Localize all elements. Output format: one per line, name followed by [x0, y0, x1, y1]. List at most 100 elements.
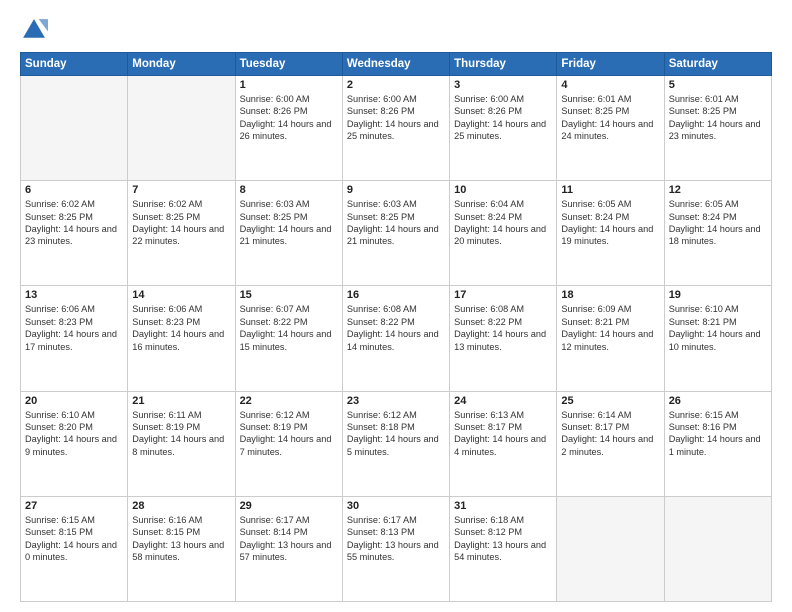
day-number: 20 [25, 395, 123, 407]
calendar-cell: 17 Sunrise: 6:08 AMSunset: 8:22 PMDayligh… [450, 286, 557, 391]
logo [20, 16, 52, 44]
day-number: 4 [561, 79, 659, 91]
calendar-cell: 2Sunrise: 6:00 AMSunset: 8:26 PMDaylight… [342, 76, 449, 181]
calendar-cell [557, 496, 664, 601]
day-number: 14 [132, 289, 230, 301]
calendar-cell: 26 Sunrise: 6:15 AMSunset: 8:16 PMDayligh… [664, 391, 771, 496]
day-number: 16 [347, 289, 445, 301]
day-info: Sunrise: 6:17 AMSunset: 8:13 PMDaylight:… [347, 514, 445, 564]
weekday-header: Monday [128, 53, 235, 76]
calendar-cell [664, 496, 771, 601]
calendar-cell: 30 Sunrise: 6:17 AMSunset: 8:13 PMDayligh… [342, 496, 449, 601]
day-info: Sunrise: 6:06 AMSunset: 8:23 PMDaylight:… [132, 303, 230, 353]
day-number: 29 [240, 500, 338, 512]
day-info: Sunrise: 6:03 AMSunset: 8:25 PMDaylight:… [240, 198, 338, 248]
day-number: 25 [561, 395, 659, 407]
calendar-cell: 15Sunrise: 6:07 AMSunset: 8:22 PMDayligh… [235, 286, 342, 391]
calendar-cell: 4 Sunrise: 6:01 AMSunset: 8:25 PMDaylight… [557, 76, 664, 181]
day-info: Sunrise: 6:01 AMSunset: 8:25 PMDaylight:… [669, 93, 767, 143]
calendar-cell: 14 Sunrise: 6:06 AMSunset: 8:23 PMDayligh… [128, 286, 235, 391]
day-info: Sunrise: 6:08 AMSunset: 8:22 PMDaylight:… [347, 303, 445, 353]
calendar-cell: 8Sunrise: 6:03 AMSunset: 8:25 PMDaylight… [235, 181, 342, 286]
day-number: 31 [454, 500, 552, 512]
day-info: Sunrise: 6:12 AMSunset: 8:19 PMDaylight:… [240, 409, 338, 459]
calendar-cell: 9 Sunrise: 6:03 AMSunset: 8:25 PMDaylight… [342, 181, 449, 286]
calendar-cell: 28Sunrise: 6:16 AMSunset: 8:15 PMDayligh… [128, 496, 235, 601]
calendar-cell: 31 Sunrise: 6:18 AMSunset: 8:12 PMDayligh… [450, 496, 557, 601]
day-info: Sunrise: 6:13 AMSunset: 8:17 PMDaylight:… [454, 409, 552, 459]
header [20, 16, 772, 44]
day-number: 7 [132, 184, 230, 196]
calendar-cell: 5 Sunrise: 6:01 AMSunset: 8:25 PMDaylight… [664, 76, 771, 181]
day-number: 19 [669, 289, 767, 301]
weekday-header: Saturday [664, 53, 771, 76]
day-number: 23 [347, 395, 445, 407]
weekday-header: Thursday [450, 53, 557, 76]
day-info: Sunrise: 6:01 AMSunset: 8:25 PMDaylight:… [561, 93, 659, 143]
day-number: 22 [240, 395, 338, 407]
day-info: Sunrise: 6:15 AMSunset: 8:16 PMDaylight:… [669, 409, 767, 459]
day-info: Sunrise: 6:09 AMSunset: 8:21 PMDaylight:… [561, 303, 659, 353]
day-info: Sunrise: 6:03 AMSunset: 8:25 PMDaylight:… [347, 198, 445, 248]
weekday-header: Tuesday [235, 53, 342, 76]
day-number: 24 [454, 395, 552, 407]
calendar-cell: 12 Sunrise: 6:05 AMSunset: 8:24 PMDayligh… [664, 181, 771, 286]
day-number: 26 [669, 395, 767, 407]
day-number: 1 [240, 79, 338, 91]
calendar-cell: 1Sunrise: 6:00 AMSunset: 8:26 PMDaylight… [235, 76, 342, 181]
day-info: Sunrise: 6:06 AMSunset: 8:23 PMDaylight:… [25, 303, 123, 353]
weekday-header: Sunday [21, 53, 128, 76]
day-info: Sunrise: 6:18 AMSunset: 8:12 PMDaylight:… [454, 514, 552, 564]
day-number: 9 [347, 184, 445, 196]
calendar-cell [21, 76, 128, 181]
day-info: Sunrise: 6:17 AMSunset: 8:14 PMDaylight:… [240, 514, 338, 564]
day-number: 2 [347, 79, 445, 91]
day-info: Sunrise: 6:16 AMSunset: 8:15 PMDaylight:… [132, 514, 230, 564]
page: SundayMondayTuesdayWednesdayThursdayFrid… [0, 0, 792, 612]
calendar-cell: 16 Sunrise: 6:08 AMSunset: 8:22 PMDayligh… [342, 286, 449, 391]
day-number: 13 [25, 289, 123, 301]
calendar-cell: 10 Sunrise: 6:04 AMSunset: 8:24 PMDayligh… [450, 181, 557, 286]
day-info: Sunrise: 6:04 AMSunset: 8:24 PMDaylight:… [454, 198, 552, 248]
weekday-header: Wednesday [342, 53, 449, 76]
calendar-cell: 24 Sunrise: 6:13 AMSunset: 8:17 PMDayligh… [450, 391, 557, 496]
calendar-cell: 25 Sunrise: 6:14 AMSunset: 8:17 PMDayligh… [557, 391, 664, 496]
calendar-cell: 20 Sunrise: 6:10 AMSunset: 8:20 PMDayligh… [21, 391, 128, 496]
calendar-cell: 13 Sunrise: 6:06 AMSunset: 8:23 PMDayligh… [21, 286, 128, 391]
day-number: 27 [25, 500, 123, 512]
day-number: 21 [132, 395, 230, 407]
calendar-cell: 27 Sunrise: 6:15 AMSunset: 8:15 PMDayligh… [21, 496, 128, 601]
calendar-cell: 21 Sunrise: 6:11 AMSunset: 8:19 PMDayligh… [128, 391, 235, 496]
logo-icon [20, 16, 48, 44]
day-info: Sunrise: 6:12 AMSunset: 8:18 PMDaylight:… [347, 409, 445, 459]
day-info: Sunrise: 6:05 AMSunset: 8:24 PMDaylight:… [561, 198, 659, 248]
day-info: Sunrise: 6:10 AMSunset: 8:20 PMDaylight:… [25, 409, 123, 459]
calendar-cell: 29 Sunrise: 6:17 AMSunset: 8:14 PMDayligh… [235, 496, 342, 601]
day-info: Sunrise: 6:15 AMSunset: 8:15 PMDaylight:… [25, 514, 123, 564]
weekday-header: Friday [557, 53, 664, 76]
day-info: Sunrise: 6:05 AMSunset: 8:24 PMDaylight:… [669, 198, 767, 248]
calendar-cell: 18 Sunrise: 6:09 AMSunset: 8:21 PMDayligh… [557, 286, 664, 391]
day-number: 6 [25, 184, 123, 196]
day-info: Sunrise: 6:10 AMSunset: 8:21 PMDaylight:… [669, 303, 767, 353]
day-info: Sunrise: 6:14 AMSunset: 8:17 PMDaylight:… [561, 409, 659, 459]
day-info: Sunrise: 6:07 AMSunset: 8:22 PMDaylight:… [240, 303, 338, 353]
day-number: 17 [454, 289, 552, 301]
calendar-cell: 3 Sunrise: 6:00 AMSunset: 8:26 PMDaylight… [450, 76, 557, 181]
day-number: 11 [561, 184, 659, 196]
day-info: Sunrise: 6:11 AMSunset: 8:19 PMDaylight:… [132, 409, 230, 459]
day-number: 10 [454, 184, 552, 196]
day-number: 18 [561, 289, 659, 301]
day-number: 5 [669, 79, 767, 91]
calendar-cell: 7Sunrise: 6:02 AMSunset: 8:25 PMDaylight… [128, 181, 235, 286]
calendar-cell: 23 Sunrise: 6:12 AMSunset: 8:18 PMDayligh… [342, 391, 449, 496]
calendar-cell: 6 Sunrise: 6:02 AMSunset: 8:25 PMDaylight… [21, 181, 128, 286]
day-number: 3 [454, 79, 552, 91]
calendar-table: SundayMondayTuesdayWednesdayThursdayFrid… [20, 52, 772, 602]
day-info: Sunrise: 6:02 AMSunset: 8:25 PMDaylight:… [25, 198, 123, 248]
day-number: 12 [669, 184, 767, 196]
day-number: 30 [347, 500, 445, 512]
calendar-cell [128, 76, 235, 181]
day-info: Sunrise: 6:08 AMSunset: 8:22 PMDaylight:… [454, 303, 552, 353]
day-info: Sunrise: 6:00 AMSunset: 8:26 PMDaylight:… [454, 93, 552, 143]
